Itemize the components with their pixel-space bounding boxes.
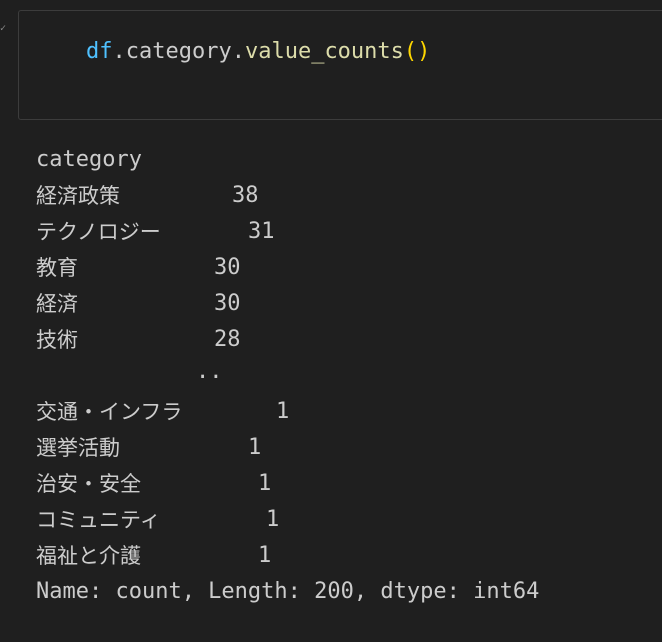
execution-check-icon: ✓ — [0, 23, 7, 34]
output-row-label: テクノロジー — [36, 220, 161, 244]
output-row-value: 31 — [248, 219, 275, 244]
output-row-value: 28 — [214, 327, 241, 352]
output-row-value: 1 — [258, 543, 272, 568]
output-row-label: 福祉と介護 — [36, 544, 141, 568]
code-cell-editor[interactable]: df.category.value_counts() — [18, 10, 662, 120]
output-footer: Name: count, Length: 200, dtype: int64 — [36, 579, 540, 604]
cell-output: category 経済政策 38 テクノロジー 31 教育 30 経済 30 技… — [36, 142, 539, 610]
code-token-variable: df — [86, 39, 113, 64]
output-row: コミュニティ 1 — [36, 502, 279, 538]
output-row-label: 教育 — [36, 256, 78, 280]
output-header: category — [36, 147, 142, 172]
output-row: 福祉と介護 1 — [36, 538, 271, 574]
output-row-value: 30 — [214, 255, 241, 280]
output-row: 経済 30 — [36, 286, 241, 322]
output-row: 技術 28 — [36, 322, 241, 358]
output-row-label: 経済 — [36, 292, 78, 316]
output-row-label: 技術 — [36, 328, 78, 352]
output-row-label: 経済政策 — [36, 184, 120, 208]
output-row: 経済政策 38 — [36, 178, 259, 214]
code-token-dot: . — [231, 39, 245, 64]
output-row: 交通・インフラ 1 — [36, 394, 289, 430]
output-row: 選挙活動 1 — [36, 430, 261, 466]
output-header-row: category — [36, 142, 142, 178]
code-token-property: category — [125, 39, 232, 64]
output-ellipsis: .. — [196, 359, 223, 384]
code-token-function: value_counts — [244, 39, 404, 64]
output-row-value: 30 — [214, 291, 241, 316]
output-row-label: 治安・安全 — [36, 472, 141, 496]
output-ellipsis-row: .. — [36, 358, 223, 394]
output-row: 治安・安全 1 — [36, 466, 271, 502]
code-token-parens: () — [403, 39, 431, 64]
output-row-value: 1 — [276, 399, 290, 424]
output-row-label: コミュニティ — [36, 508, 161, 532]
output-row-value: 1 — [248, 435, 262, 460]
output-row-label: 選挙活動 — [36, 436, 120, 460]
code-line: df.category.value_counts() — [86, 37, 430, 67]
output-row: 教育 30 — [36, 250, 241, 286]
output-row-value: 1 — [258, 471, 272, 496]
output-row: テクノロジー 31 — [36, 214, 275, 250]
output-row-label: 交通・インフラ — [36, 400, 183, 424]
output-row-value: 38 — [232, 183, 259, 208]
code-token-dot: . — [112, 39, 126, 64]
output-footer-row: Name: count, Length: 200, dtype: int64 — [36, 574, 539, 610]
output-row-value: 1 — [266, 507, 280, 532]
